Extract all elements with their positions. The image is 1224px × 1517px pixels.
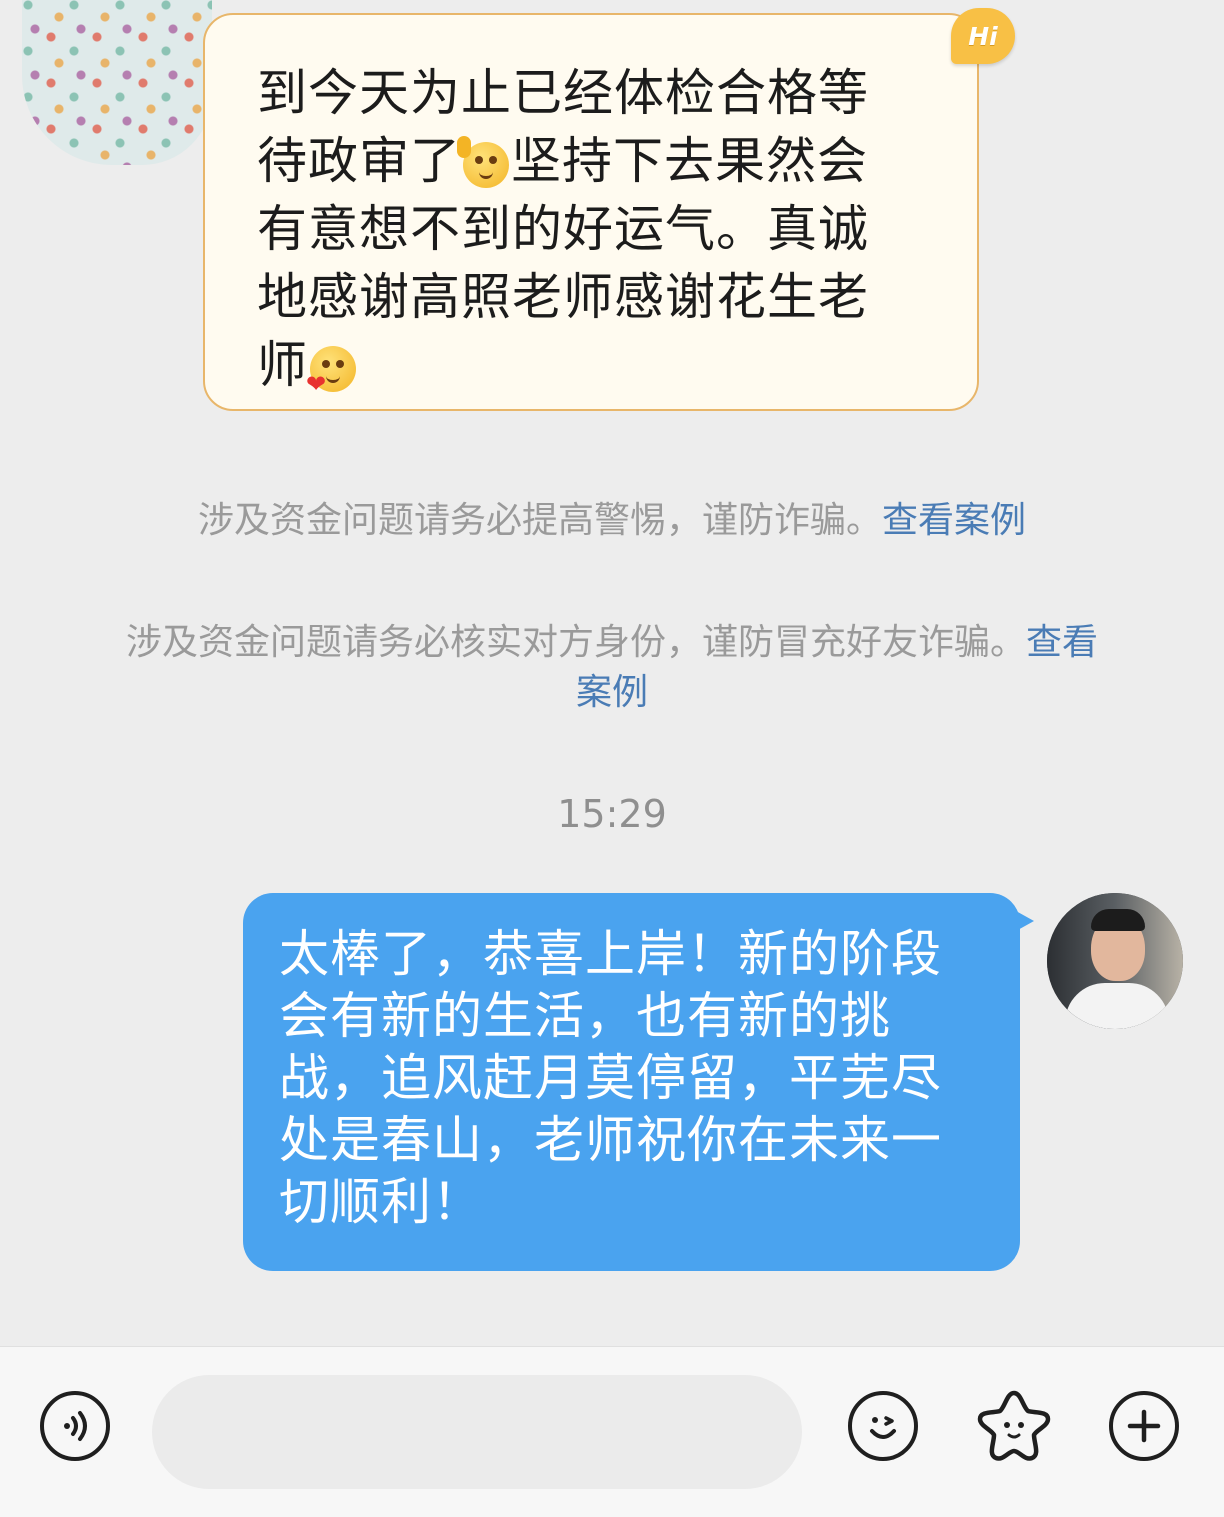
emoji-icon[interactable] xyxy=(848,1391,918,1461)
favorite-sticker-icon[interactable] xyxy=(974,1385,1054,1465)
hi-badge-icon: Hi xyxy=(951,8,1015,64)
outgoing-message-text: 太棒了，恭喜上岸！新的阶段会有新的生活，也有新的挑战，追风赶月莫停留，平芜尽处是… xyxy=(279,925,942,1231)
message-input-bar xyxy=(0,1346,1224,1517)
outgoing-message-bubble[interactable]: 太棒了，恭喜上岸！新的阶段会有新的生活，也有新的挑战，追风赶月莫停留，平芜尽处是… xyxy=(243,893,1034,1271)
blushing-heart-emoji-icon: ❤ xyxy=(306,345,356,396)
view-cases-link[interactable]: 查看案例 xyxy=(882,500,1026,541)
raising-hand-emoji-icon xyxy=(457,135,509,188)
sender-avatar[interactable] xyxy=(22,0,212,165)
voice-icon[interactable] xyxy=(40,1391,110,1461)
chat-area[interactable]: 到今天为止已经体检合格等 待政审了 坚持下去果然会 有意想不到的好运气。真诚 地感… xyxy=(0,0,1224,1346)
incoming-message-text: 到今天为止已经体检合格等 待政审了 坚持下去果然会 有意想不到的好运气。真诚 地感… xyxy=(257,59,917,399)
message-input[interactable] xyxy=(152,1375,802,1489)
plus-icon[interactable] xyxy=(1109,1391,1179,1461)
message-timestamp: 15:29 xyxy=(557,792,667,836)
notice-text: 涉及资金问题请务必核实对方身份，谨防冒充好友诈骗。 xyxy=(125,622,1026,663)
incoming-message-bubble[interactable]: 到今天为止已经体检合格等 待政审了 坚持下去果然会 有意想不到的好运气。真诚 地感… xyxy=(203,13,979,411)
my-avatar[interactable] xyxy=(1047,893,1183,1029)
fraud-notice-1: 涉及资金问题请务必提高警惕，谨防诈骗。查看案例 xyxy=(120,496,1104,546)
notice-text: 涉及资金问题请务必提高警惕，谨防诈骗。 xyxy=(197,500,882,541)
fraud-notice-2: 涉及资金问题请务必核实对方身份，谨防冒充好友诈骗。查看案例 xyxy=(120,618,1104,718)
